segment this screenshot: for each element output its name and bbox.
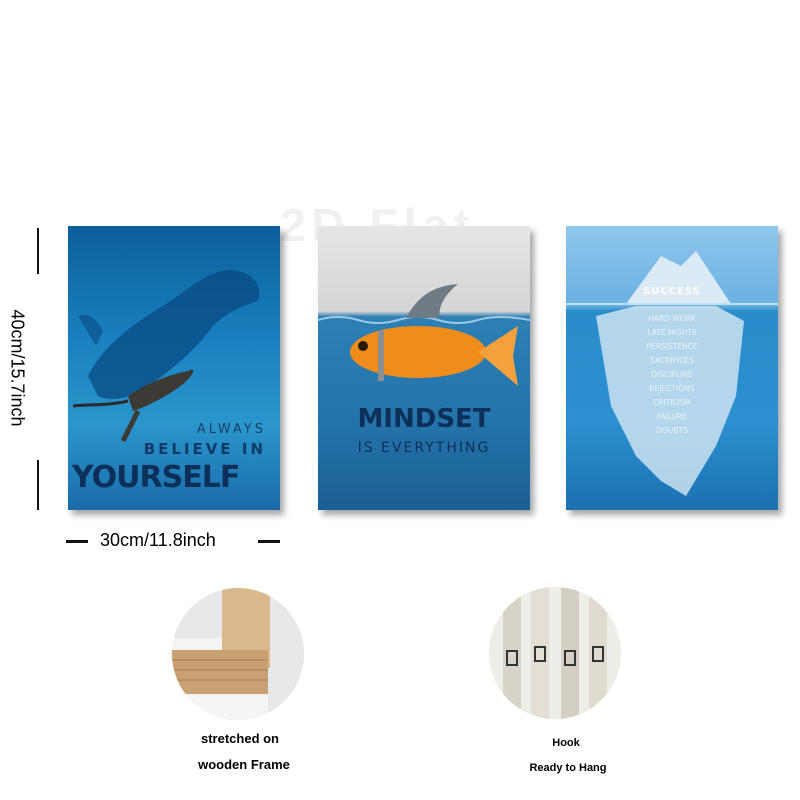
goldfish-shark-fin-illustration (318, 284, 530, 386)
iceberg-word: REJECTIONS (649, 384, 695, 393)
hook-caption-line1: Hook (552, 737, 580, 749)
iceberg-word: HARD WORK (648, 314, 696, 323)
iceberg-word: DISCIPLINE (651, 370, 693, 379)
poster-believe-in-yourself: ALWAYS BELIEVE IN YOURSELF (68, 226, 280, 510)
poster-line-mindset: MINDSET (357, 404, 491, 434)
iceberg-word: PERSISTENCE (646, 342, 698, 351)
poster-line-believe-in: BELIEVE IN (143, 440, 266, 458)
wooden-frame-caption-line2: wooden Frame (198, 757, 290, 772)
poster-line-yourself: YOURSELF (72, 460, 240, 495)
iceberg-word: LATE NIGHTS (647, 328, 697, 337)
poster-iceberg-success: SUCCESS HARD WORK LATE NIGHTS PERSISTENC… (566, 226, 778, 510)
iceberg-word: SACRIFICES (650, 356, 694, 365)
poster-mindset: MINDSET IS EVERYTHING (318, 226, 530, 510)
iceberg-word: DOUBTS (656, 426, 688, 435)
poster-line-is-everything: IS EVERYTHING (357, 440, 491, 456)
wooden-frame-corner-illustration (172, 588, 304, 720)
height-dimension-line-top (37, 228, 39, 274)
hanging-hooks-illustration (489, 587, 621, 719)
hook-caption-line2: Ready to Hang (529, 762, 607, 774)
wooden-frame-caption-line1: stretched on (200, 731, 279, 746)
height-dimension-label: 40cm/15.7inch (7, 309, 28, 427)
hook-photo (489, 587, 621, 719)
iceberg-word: FAILURE (656, 412, 688, 421)
poster-success-title: SUCCESS (643, 286, 701, 297)
width-dimension-label: 30cm/11.8inch (100, 530, 216, 550)
iceberg-illustration (566, 251, 778, 496)
height-dimension-line-bottom (37, 460, 39, 510)
width-dimension-line-right (258, 540, 280, 543)
wooden-frame-photo (172, 588, 304, 720)
poster-line-always: ALWAYS (196, 422, 266, 437)
iceberg-word: CRITICISM (652, 398, 692, 407)
width-dimension-line-left (66, 540, 88, 543)
